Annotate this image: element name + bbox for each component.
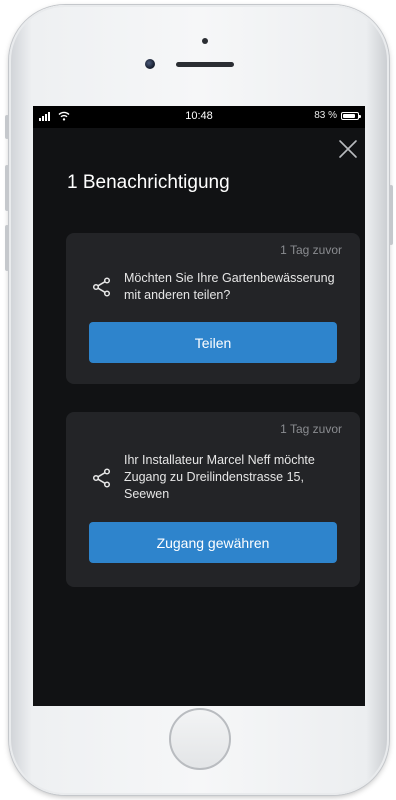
app-screen: 10:48 83 % 1 Benachrichtigung 1 Tag zuvo… xyxy=(33,106,365,706)
share-icon xyxy=(92,277,111,297)
close-icon xyxy=(339,140,357,158)
volume-down-button xyxy=(5,225,9,271)
battery-percent: 83 % xyxy=(314,110,337,121)
notification-time: 1 Tag zuvor xyxy=(280,422,342,436)
notification-body: Ihr Installateur Marcel Neff möchte Zuga… xyxy=(92,452,352,503)
proximity-sensor xyxy=(202,38,208,44)
notification-body: Möchten Sie Ihre Gartenbewässerung mit a… xyxy=(92,270,352,304)
battery-icon xyxy=(341,111,361,120)
battery-fill xyxy=(343,113,355,118)
power-button xyxy=(389,185,393,245)
notification-message: Ihr Installateur Marcel Neff möchte Zuga… xyxy=(124,453,315,501)
notification-card-access: 1 Tag zuvor Ihr Installateur Marcel Neff… xyxy=(66,412,360,587)
mute-switch xyxy=(5,115,9,139)
notification-card-share: 1 Tag zuvor Möchten Sie Ihre Gartenbewäs… xyxy=(66,233,360,384)
close-button[interactable] xyxy=(337,138,359,160)
share-button[interactable]: Teilen xyxy=(89,322,337,363)
notification-message: Möchten Sie Ihre Gartenbewässerung mit a… xyxy=(124,271,335,302)
earpiece-speaker xyxy=(176,62,234,67)
share-icon xyxy=(92,467,111,488)
page-title: 1 Benachrichtigung xyxy=(67,172,230,193)
volume-up-button xyxy=(5,165,9,211)
status-bar: 10:48 83 % xyxy=(33,106,365,128)
home-button[interactable] xyxy=(169,708,231,770)
phone-frame: 10:48 83 % 1 Benachrichtigung 1 Tag zuvo… xyxy=(5,5,393,795)
status-right: 83 % xyxy=(314,110,361,121)
front-camera-icon xyxy=(145,59,155,69)
grant-access-button[interactable]: Zugang gewähren xyxy=(89,522,337,563)
notification-time: 1 Tag zuvor xyxy=(280,243,342,257)
